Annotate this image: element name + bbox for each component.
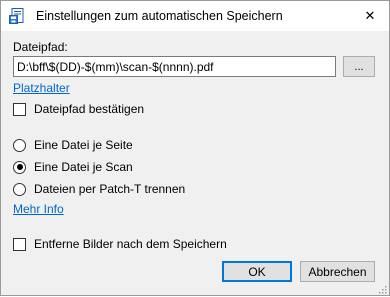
auto-save-settings-dialog: Einstellungen zum automatischen Speicher… [0, 0, 390, 296]
radio-button[interactable] [13, 182, 26, 196]
ok-button[interactable]: OK [222, 261, 292, 282]
browse-button[interactable]: ... [343, 56, 375, 77]
remove-images-label: Entferne Bilder nach dem Speichern [34, 237, 227, 251]
placeholder-link[interactable]: Platzhalter [13, 81, 70, 95]
radio-label: Dateien per Patch-T trennen [34, 182, 186, 196]
resize-grip-icon[interactable] [377, 283, 387, 294]
close-icon: ✕ [364, 8, 376, 23]
title-bar[interactable]: Einstellungen zum automatischen Speicher… [1, 1, 389, 31]
radio-label: Eine Datei je Seite [34, 138, 133, 152]
cancel-button[interactable]: Abbrechen [300, 261, 375, 282]
confirm-path-label: Dateipfad bestätigen [34, 102, 145, 116]
close-button[interactable]: ✕ [351, 1, 389, 31]
more-info-link[interactable]: Mehr Info [13, 202, 64, 216]
remove-images-option[interactable]: Entferne Bilder nach dem Speichern [13, 237, 227, 251]
radio-one-file-per-page[interactable]: Eine Datei je Seite [13, 138, 133, 152]
confirm-path-checkbox[interactable] [13, 102, 26, 116]
remove-images-checkbox[interactable] [13, 237, 26, 251]
radio-split-by-patch-t[interactable]: Dateien per Patch-T trennen [13, 182, 185, 196]
window-title: Einstellungen zum automatischen Speicher… [36, 9, 283, 23]
filepath-label: Dateipfad: [13, 40, 68, 54]
radio-button-selected[interactable] [13, 160, 26, 174]
radio-label: Eine Datei je Scan [34, 160, 133, 174]
radio-button[interactable] [13, 138, 26, 152]
filepath-input[interactable] [13, 56, 336, 77]
save-document-icon [9, 8, 27, 24]
radio-one-file-per-scan[interactable]: Eine Datei je Scan [13, 160, 133, 174]
confirm-path-option[interactable]: Dateipfad bestätigen [13, 102, 144, 116]
